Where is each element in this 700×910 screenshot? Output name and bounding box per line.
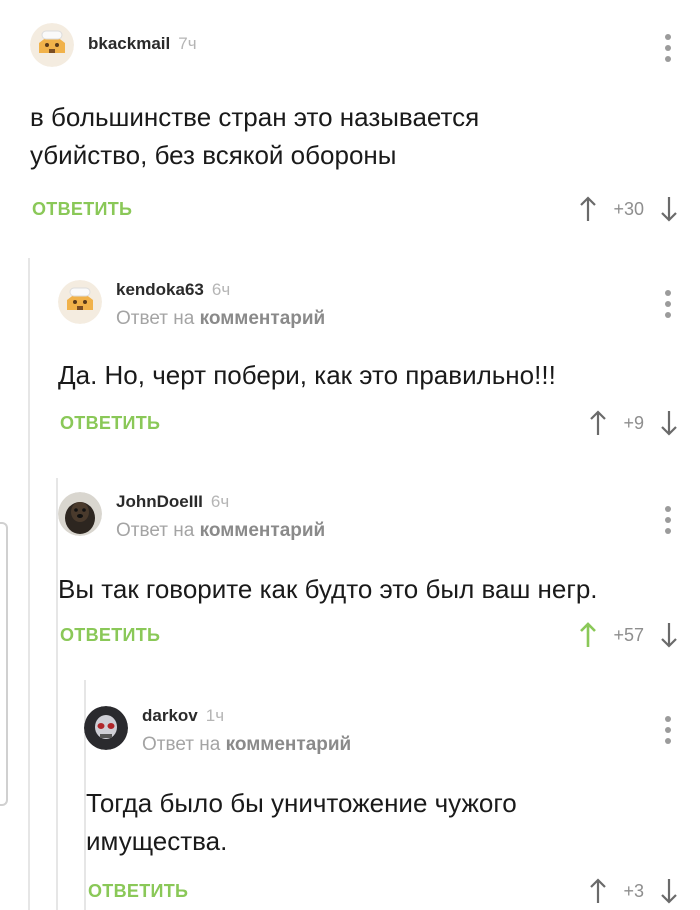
arrow-down-icon[interactable] [658, 876, 680, 906]
reply-to-label: Ответ на комментарий [116, 520, 325, 542]
timestamp: 7ч [178, 34, 197, 53]
skull-avatar-icon [84, 706, 128, 750]
reply-to-label: Ответ на комментарий [116, 308, 325, 330]
timestamp: 6ч [211, 280, 231, 299]
comment-text-line: Тогда было бы уничтожение чужого [86, 788, 517, 818]
comment-2: kendoka63 6ч Ответ на комментарий Да. Но… [0, 258, 700, 468]
username[interactable]: kendoka63 [116, 280, 204, 300]
comment-text: в большинстве стран это называется убийс… [30, 98, 670, 174]
reply-button[interactable]: ОТВЕТИТЬ [60, 625, 160, 646]
score: +3 [623, 880, 644, 901]
comment-text-line: Да. Но, черт побери, как это правильно!!… [58, 360, 556, 390]
comment-1: bkackmail 7ч в большинстве стран это наз… [0, 0, 700, 250]
reply-button[interactable]: ОТВЕТИТЬ [32, 199, 132, 220]
reply-button[interactable]: ОТВЕТИТЬ [88, 881, 188, 902]
reply-button[interactable]: ОТВЕТИТЬ [60, 413, 160, 434]
arrow-down-icon[interactable] [658, 620, 680, 650]
comment-text: Вы так говорите как будто это был ваш не… [58, 570, 688, 608]
comment-text-line: имущества. [86, 826, 228, 856]
score: +30 [613, 198, 644, 219]
avatar[interactable] [84, 706, 128, 750]
arrow-up-icon[interactable] [577, 194, 599, 224]
reply-prefix: Ответ на [116, 520, 195, 541]
reply-target-link[interactable]: комментарий [200, 308, 326, 329]
username[interactable]: JohnDoeIII [116, 492, 203, 512]
reply-target-link[interactable]: комментарий [200, 520, 326, 541]
reply-prefix: Ответ на [116, 308, 195, 329]
comment-text: Тогда было бы уничтожение чужого имущест… [86, 784, 676, 860]
more-vertical-icon[interactable] [664, 506, 672, 534]
arrow-up-icon[interactable] [587, 876, 609, 906]
avatar[interactable] [58, 280, 102, 324]
username[interactable]: darkov [142, 706, 198, 726]
arrow-down-icon[interactable] [658, 408, 680, 438]
house-mascot-icon [30, 23, 74, 67]
arrow-up-icon[interactable] [587, 408, 609, 438]
avatar[interactable] [58, 492, 102, 536]
reply-to-label: Ответ на комментарий [142, 734, 351, 756]
more-vertical-icon[interactable] [664, 34, 672, 62]
more-vertical-icon[interactable] [664, 290, 672, 318]
comment-3: JohnDoeIII 6ч Ответ на комментарий Вы та… [0, 478, 700, 678]
timestamp: 1ч [205, 706, 225, 725]
comment-4: darkov 1ч Ответ на комментарий Тогда был… [0, 680, 700, 910]
timestamp: 6ч [210, 492, 230, 511]
comment-text: Да. Но, черт побери, как это правильно!!… [58, 356, 678, 394]
score: +9 [623, 412, 644, 433]
house-mascot-icon [58, 280, 102, 324]
reply-target-link[interactable]: комментарий [226, 734, 352, 755]
comment-text-line: убийство, без всякой обороны [30, 140, 397, 170]
score: +57 [613, 624, 644, 645]
reply-prefix: Ответ на [142, 734, 221, 755]
more-vertical-icon[interactable] [664, 716, 672, 744]
dog-photo-icon [58, 492, 102, 536]
comment-text-line: в большинстве стран это называется [30, 102, 480, 132]
arrow-up-icon[interactable] [577, 620, 599, 650]
comment-text-line: Вы так говорите как будто это был ваш не… [58, 574, 598, 604]
username[interactable]: bkackmail [88, 34, 170, 54]
arrow-down-icon[interactable] [658, 194, 680, 224]
avatar[interactable] [30, 23, 74, 67]
